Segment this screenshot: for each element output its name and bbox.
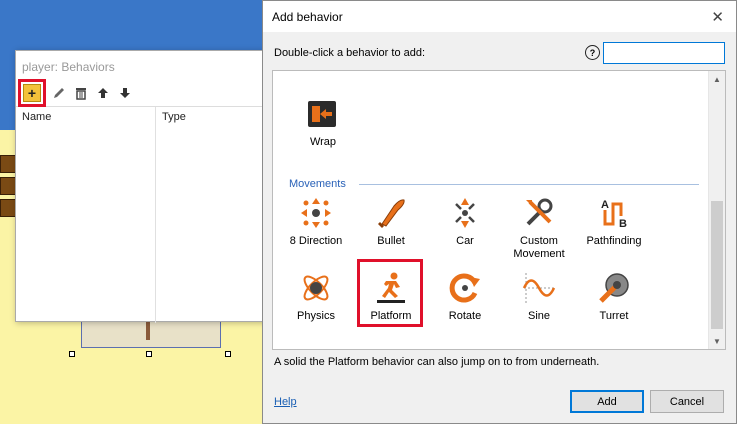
behavior-item-custom-movement[interactable]: Custom Movement [503, 196, 575, 261]
behavior-label: 8 Direction [289, 235, 343, 247]
behavior-label: Custom Movement [513, 235, 565, 260]
resize-handle[interactable] [225, 351, 231, 357]
list-scrollbar[interactable]: ▲ ▼ [708, 71, 725, 349]
close-icon[interactable]: ✕ [711, 8, 724, 26]
rotate-icon [449, 273, 480, 303]
selection-highlight [357, 259, 423, 327]
add-behavior-button[interactable]: + [18, 78, 46, 107]
pathfinding-icon: A B [601, 199, 627, 230]
scroll-thumb[interactable] [711, 201, 723, 329]
behavior-label: Bullet [377, 235, 405, 247]
dialog-title: Add behavior [263, 1, 736, 32]
scroll-up-icon[interactable]: ▲ [709, 71, 725, 87]
svg-text:B: B [619, 218, 627, 230]
move-up-icon[interactable] [94, 84, 112, 102]
behavior-item-car[interactable]: Car [429, 196, 501, 248]
behavior-label: Sine [527, 310, 551, 322]
search-help-icon[interactable]: ? [585, 45, 600, 60]
custom-movement-icon [526, 198, 553, 226]
plus-icon: + [23, 83, 41, 102]
behavior-item-pathfinding[interactable]: A B Pathfinding [578, 196, 650, 248]
behavior-item-bullet[interactable]: Bullet [355, 196, 427, 248]
category-divider [359, 184, 699, 185]
behavior-label: Pathfinding [586, 235, 642, 247]
turret-icon [599, 273, 629, 303]
behaviors-list: Name Type [16, 107, 276, 323]
trash-icon[interactable] [72, 84, 90, 102]
add-behavior-dialog: Add behavior ✕ Double-click a behavior t… [262, 0, 737, 424]
edit-pencil-icon[interactable] [50, 84, 68, 102]
help-link[interactable]: Help [274, 396, 297, 408]
sine-icon [522, 273, 556, 303]
move-down-icon[interactable] [116, 84, 134, 102]
search-input[interactable] [603, 42, 725, 64]
behavior-item-rotate[interactable]: Rotate [429, 271, 501, 323]
behavior-label: Physics [297, 310, 335, 322]
behavior-item-sine[interactable]: Sine [503, 271, 575, 323]
behaviors-window: player: Behaviors + Name Type [15, 50, 277, 323]
cancel-button[interactable]: Cancel [650, 390, 724, 413]
scroll-down-icon[interactable]: ▼ [709, 333, 725, 349]
column-header-type[interactable]: Type [156, 107, 186, 123]
dialog-prompt: Double-click a behavior to add: [274, 47, 426, 59]
behaviors-toolbar: + [16, 78, 276, 107]
add-button[interactable]: Add [570, 390, 644, 413]
category-label: Movements [289, 178, 346, 190]
behavior-item-8-direction[interactable]: 8 Direction [280, 196, 352, 248]
eight-direction-icon [301, 198, 331, 228]
car-icon [455, 198, 475, 228]
physics-icon [303, 275, 329, 301]
behavior-list: Wrap Movements 8 Direction Bullet Car Cu… [272, 70, 726, 350]
bullet-icon [378, 199, 405, 228]
behavior-item-physics[interactable]: Physics [280, 271, 352, 323]
resize-handle[interactable] [146, 351, 152, 357]
behavior-label: Rotate [448, 310, 482, 322]
behavior-label: Turret [599, 310, 629, 322]
behavior-label: Wrap [309, 136, 337, 148]
behavior-item-turret[interactable]: Turret [578, 271, 650, 323]
brick-tiles [0, 155, 16, 235]
column-header-name[interactable]: Name [16, 107, 156, 323]
behavior-item-wrap[interactable]: Wrap [287, 97, 359, 149]
wrap-icon [308, 101, 336, 127]
svg-text:A: A [601, 199, 609, 211]
behaviors-window-title: player: Behaviors [16, 51, 276, 79]
resize-handle[interactable] [69, 351, 75, 357]
behavior-label: Car [456, 235, 474, 247]
behavior-description: A solid the Platform behavior can also j… [274, 356, 600, 368]
